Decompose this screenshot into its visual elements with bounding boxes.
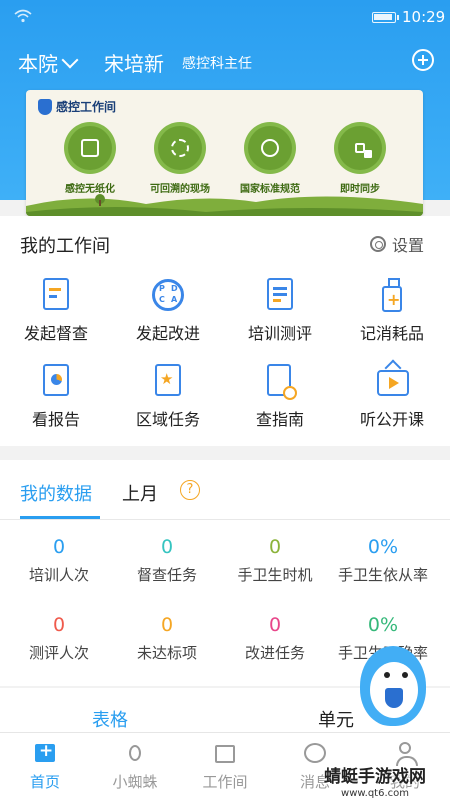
- stat-improvement-tasks[interactable]: 0 改进任务: [219, 614, 331, 663]
- start-improvement-button[interactable]: PDCA 发起改进: [112, 278, 224, 344]
- stat-training-count[interactable]: 0 培训人次: [3, 536, 115, 585]
- stat-assessment-count[interactable]: 0 测评人次: [3, 614, 115, 663]
- table-col-form[interactable]: 表格: [92, 706, 128, 732]
- nav-label: 首页: [29, 773, 60, 791]
- stat-label: 未达标项: [136, 644, 197, 662]
- checklist-icon: [263, 278, 297, 312]
- nav-label: 工作间: [202, 773, 248, 791]
- stat-value: 0: [268, 614, 282, 636]
- regional-task-button[interactable]: 区域任务: [112, 364, 224, 430]
- grid-item-label: 看报告: [31, 410, 80, 429]
- stat-label: 改进任务: [244, 644, 305, 662]
- grid-item-label: 查指南: [255, 410, 304, 429]
- stat-label: 手卫生依从率: [337, 566, 428, 584]
- user-role: 感控科主任: [182, 56, 252, 72]
- nav-workspace[interactable]: 工作间: [180, 741, 270, 792]
- star-flag-icon: [151, 364, 185, 398]
- spider-icon: [123, 741, 147, 765]
- stat-value: 0: [160, 536, 174, 558]
- workspace-title: 我的工作间: [20, 236, 110, 257]
- banner-item-sync: 即时同步: [322, 126, 398, 195]
- record-consumables-button[interactable]: 记消耗品: [336, 278, 448, 344]
- mascot-assistant-button[interactable]: [354, 626, 434, 730]
- pdca-icon: PDCA: [151, 278, 185, 312]
- banner-title-text: 感控工作间: [56, 100, 117, 114]
- stat-hand-hygiene-opportunities[interactable]: 0 手卫生时机: [219, 536, 331, 585]
- stat-value: 0: [52, 536, 66, 558]
- settings-label: 设置: [392, 236, 425, 255]
- stat-value: 0%: [367, 536, 399, 558]
- settings-button[interactable]: 设置: [370, 232, 424, 256]
- grid-item-label: 记消耗品: [359, 324, 424, 343]
- watermark-title: 蜻蜓手游戏网: [324, 767, 426, 787]
- chevron-down-icon: [61, 51, 79, 68]
- stat-value: 0: [160, 614, 174, 636]
- stat-inspection-tasks[interactable]: 0 督查任务: [111, 536, 223, 585]
- tv-play-icon: [375, 364, 409, 398]
- workspace-card: 我的工作间 设置 发起督查 PDCA 发起改进 培训测评 记消耗品 看报告 区域…: [0, 216, 450, 446]
- banner-item-paperless: 感控无纸化: [52, 126, 128, 195]
- stat-label: 测评人次: [28, 644, 89, 662]
- training-assessment-button[interactable]: 培训测评: [224, 278, 336, 344]
- stat-value: 0: [268, 536, 282, 558]
- stat-value: 0: [52, 614, 66, 636]
- title-bar: 本院 宋培新 感控科主任: [0, 44, 450, 80]
- stat-label: 培训人次: [28, 566, 89, 584]
- view-report-button[interactable]: 看报告: [0, 364, 112, 430]
- hospital-selector[interactable]: 本院: [18, 48, 79, 77]
- grid-item-label: 发起改进: [135, 324, 200, 343]
- hospital-label: 本院: [18, 52, 58, 76]
- stat-label: 督查任务: [136, 566, 197, 584]
- stat-label: 手卫生时机: [237, 566, 313, 584]
- banner-title: 感控工作间: [38, 98, 116, 115]
- medal-icon: [248, 126, 292, 170]
- start-inspection-button[interactable]: 发起督查: [0, 278, 112, 344]
- home-icon: [33, 741, 57, 765]
- sync-icon: [338, 126, 382, 170]
- gear-icon: [370, 236, 386, 252]
- watermark-url: www.qt6.com: [341, 788, 409, 799]
- grid-item-label: 听公开课: [359, 410, 424, 429]
- check-guide-button[interactable]: 查指南: [224, 364, 336, 430]
- banner-item-traceable: 可回溯的现场: [142, 126, 218, 195]
- user-name: 宋培新: [104, 52, 164, 76]
- battery-icon: [372, 12, 399, 23]
- report-chart-icon: [39, 364, 73, 398]
- tab-my-data[interactable]: 我的数据: [20, 480, 92, 506]
- help-icon[interactable]: ?: [180, 480, 200, 500]
- wifi-icon: [14, 9, 32, 23]
- tablet-icon: [68, 126, 112, 170]
- banner-item-standard: 国家标准规范: [232, 126, 308, 195]
- sanitizer-bottle-icon: [375, 278, 409, 312]
- hills-decoration: [26, 194, 423, 216]
- divider: [0, 519, 450, 520]
- stat-hand-hygiene-compliance[interactable]: 0% 手卫生依从率: [327, 536, 439, 585]
- toolbox-icon: [213, 741, 237, 765]
- tab-last-month[interactable]: 上月: [122, 480, 158, 506]
- grid-item-label: 发起督查: [23, 324, 88, 343]
- status-bar: 10:29: [0, 0, 450, 34]
- nav-home[interactable]: 首页: [0, 741, 90, 792]
- grid-item-label: 培训测评: [247, 324, 312, 343]
- guide-search-icon: [263, 364, 297, 400]
- promo-banner[interactable]: 感控工作间 感控无纸化 可回溯的现场 国家标准规范 即时同步: [26, 90, 423, 216]
- refresh-icon: [158, 126, 202, 170]
- stat-unmet-items[interactable]: 0 未达标项: [111, 614, 223, 663]
- watermark: 蜻蜓手游戏网 www.qt6.com: [300, 762, 450, 800]
- table-col-unit[interactable]: 单元: [318, 706, 354, 732]
- nav-spider[interactable]: 小蜘蛛: [90, 741, 180, 792]
- shield-logo-icon: [38, 98, 52, 115]
- edit-document-icon: [39, 278, 73, 312]
- plus-circle-icon[interactable]: [412, 49, 434, 71]
- shield-badge-icon: [385, 688, 403, 708]
- status-time: 10:29: [402, 8, 446, 26]
- open-class-button[interactable]: 听公开课: [336, 364, 448, 430]
- nav-label: 小蜘蛛: [112, 773, 158, 791]
- grid-item-label: 区域任务: [135, 410, 200, 429]
